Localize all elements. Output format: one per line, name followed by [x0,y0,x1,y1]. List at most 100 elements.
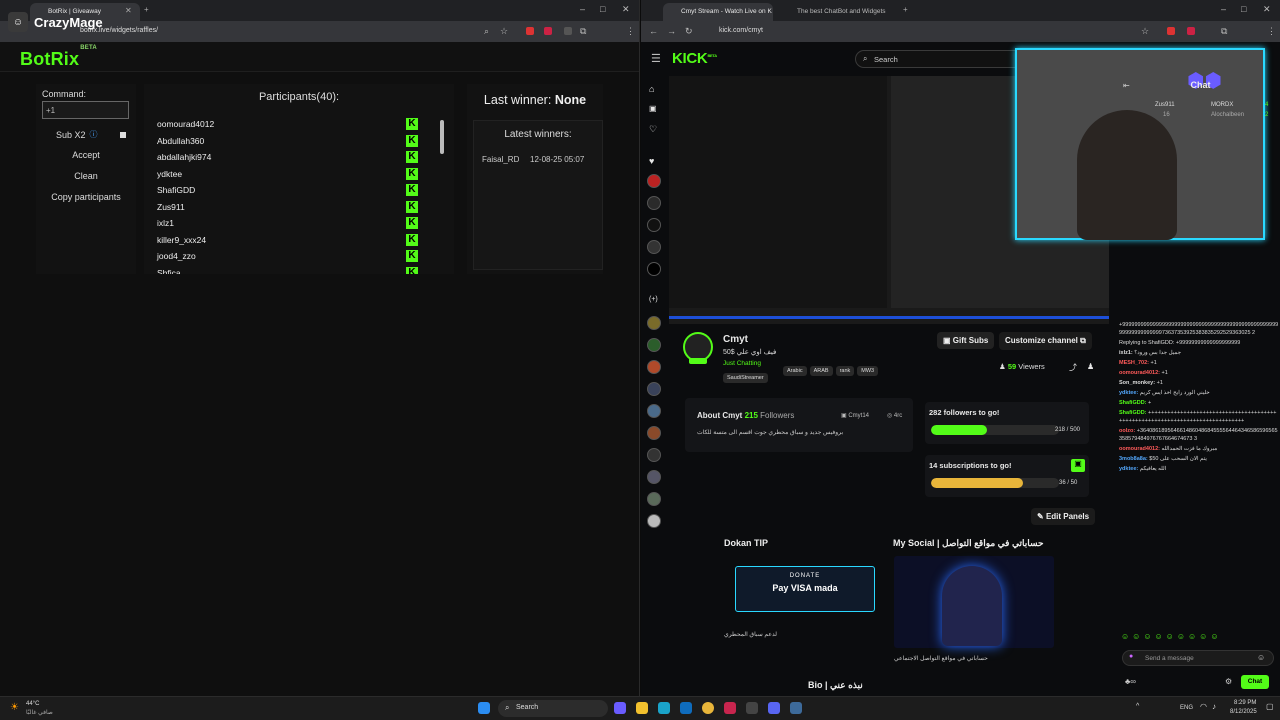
tab-botrix-site[interactable]: The best ChatBot and Widgets [779,3,889,21]
chat-username[interactable]: oolzo: [1119,428,1135,434]
close-window-icon[interactable]: ✕ [622,4,630,15]
clean-button[interactable]: Clean [36,171,136,181]
minimize-icon[interactable]: – [1221,4,1226,14]
taskbar-app-icon[interactable] [724,702,736,714]
channel-avatar[interactable] [647,382,661,396]
close-window-icon[interactable]: ✕ [1263,4,1271,15]
taskbar-app-icon[interactable] [790,702,802,714]
extension-icon[interactable] [564,27,572,35]
chat-username[interactable]: Son_monkey: [1119,380,1155,386]
share-icon[interactable]: ⤴ [1069,362,1077,373]
tag-chip[interactable]: MW3 [857,366,879,376]
emoji-icon[interactable]: ☺ [1257,653,1265,662]
category-link[interactable]: Just Chatting [723,360,761,367]
maximize-icon[interactable]: □ [600,4,605,14]
tag-chip[interactable]: Arabic [783,366,807,376]
extensions-icon[interactable]: ⧉ [1221,26,1227,37]
clock-time[interactable]: 8:29 PM [1234,700,1256,706]
star-icon[interactable]: ☆ [1141,26,1149,37]
menu-icon[interactable]: ⋮ [626,26,635,37]
outlook-icon[interactable] [680,702,692,714]
channel-avatar[interactable] [647,470,661,484]
channel-avatar[interactable] [647,514,661,528]
donate-banner[interactable]: DONATE Pay VISA mada [735,566,875,612]
chat-username[interactable]: 3mob8a8a: [1119,456,1148,462]
tag-chip[interactable]: ARAB [809,366,833,376]
extension-icon[interactable] [526,27,534,35]
microphone-icon[interactable]: ● [1129,653,1133,660]
chat-send-button[interactable]: Chat [1241,675,1269,689]
tag-chip[interactable]: SaudiStreamer [723,373,768,383]
scrollbar[interactable] [440,114,444,268]
chat-username[interactable]: ixlz1: [1119,350,1133,356]
copy-participants-button[interactable]: Copy participants [36,192,136,202]
reload-icon[interactable]: ↻ [685,26,693,37]
taskbar-app-icon[interactable] [746,702,758,714]
sub-multiplier-checkbox[interactable] [119,131,126,138]
chat-settings-icon[interactable]: ⚙ [1225,677,1232,686]
extension-icon[interactable] [1167,27,1175,35]
file-explorer-icon[interactable] [636,702,648,714]
gift-subs-button[interactable]: ▣ Gift Subs [937,332,995,349]
chat-tools-icon[interactable]: ♣∞ [1125,677,1136,686]
hamburger-icon[interactable]: ☰ [651,52,661,65]
channel-avatar[interactable] [647,316,661,330]
social-link[interactable]: ▣ Cmyt14 [841,412,869,419]
channel-name[interactable]: Cmyt [723,334,748,345]
chat-username[interactable]: oomourad4012: [1119,370,1160,376]
tray-chevron-icon[interactable]: ^ [1136,703,1139,710]
followed-heart-icon[interactable]: ♥ [649,156,654,166]
chat-username[interactable]: ShafiGDD: [1119,400,1147,406]
channel-avatar[interactable] [647,360,661,374]
extension-icon[interactable] [1187,27,1195,35]
forward-icon[interactable]: → [667,26,676,36]
channel-avatar[interactable] [647,404,661,418]
new-tab-icon[interactable]: + [144,5,149,14]
customize-channel-button[interactable]: Customize channel ⧉ [999,332,1092,350]
chat-username[interactable]: ydktee: [1119,390,1138,396]
new-tab-icon[interactable]: + [903,5,908,14]
extension-icon[interactable] [544,27,552,35]
channel-avatar[interactable] [647,492,661,506]
chat-username[interactable]: oomourad4012: [1119,446,1160,452]
menu-icon[interactable]: ⋮ [1267,26,1276,37]
info-icon[interactable]: ⓘ [90,129,98,140]
video-progress[interactable] [669,316,1109,319]
zoom-icon[interactable]: ⌕ [484,26,489,37]
chat-username[interactable]: ydktee: [1119,466,1138,472]
accept-button[interactable]: Accept [36,150,136,160]
channel-avatar[interactable] [647,426,661,440]
chat-username[interactable]: MESH_702: [1119,360,1149,366]
home-icon[interactable]: ⌂ [649,84,654,94]
channel-avatar[interactable] [647,338,661,352]
expand-icon[interactable]: (+) [649,296,658,303]
discord-icon[interactable] [768,702,780,714]
edit-panels-button[interactable]: ✎ Edit Panels [1031,508,1096,525]
social-link[interactable]: ◎ 4rc [887,412,902,419]
kick-logo[interactable]: KICKBETA [672,50,717,67]
maximize-icon[interactable]: □ [1241,4,1246,14]
taskbar-app-icon[interactable] [614,702,626,714]
channel-avatar[interactable] [647,174,661,188]
chrome-icon[interactable] [702,702,714,714]
clock-date[interactable]: 8/12/2025 [1230,709,1257,715]
scrollbar-thumb[interactable] [440,120,444,154]
follow-icon[interactable]: ♟ [1087,362,1094,371]
channel-avatar[interactable] [647,448,661,462]
taskbar-search[interactable]: Search [498,700,608,717]
language-indicator[interactable]: ENG [1180,705,1193,711]
notification-icon[interactable]: ▢ [1266,702,1274,711]
chat-input[interactable]: Send a message [1122,650,1274,666]
volume-icon[interactable]: ♪ [1212,702,1216,711]
following-icon[interactable]: ♡ [649,124,657,135]
start-icon[interactable] [478,702,490,714]
minimize-icon[interactable]: – [580,4,585,14]
channel-avatar[interactable] [647,240,661,254]
gift-icon[interactable]: ▣ [1071,459,1085,472]
channel-avatar[interactable] [647,196,661,210]
back-icon[interactable]: ← [649,26,658,36]
collapse-chat-icon[interactable]: ⇤ [1123,81,1130,90]
channel-avatar[interactable] [647,218,661,232]
botrix-logo[interactable]: BotRixBETA [20,45,97,70]
tab-kick[interactable]: Cmyt Stream - Watch Live on K [663,3,773,21]
